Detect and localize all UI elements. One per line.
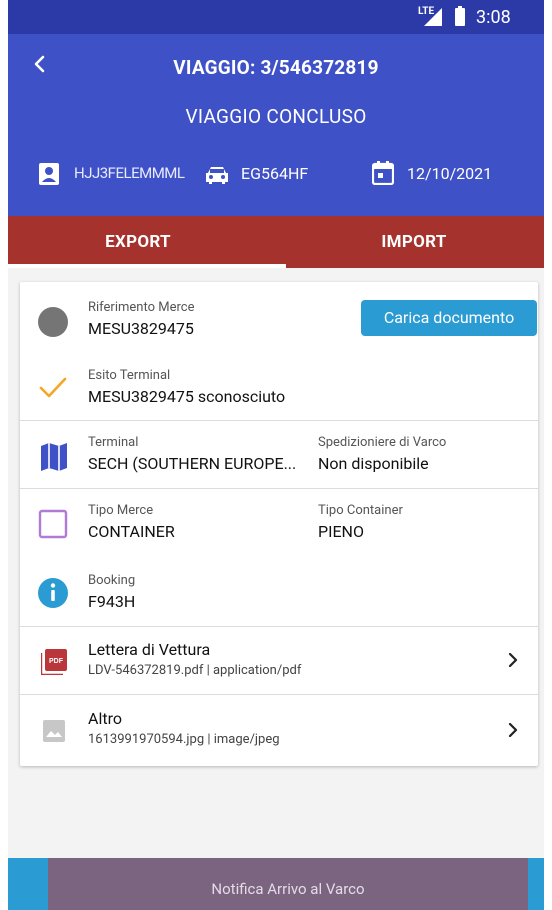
document-subtitle: 1613991970594.jpg | image/jpeg <box>88 732 280 747</box>
battery-icon <box>455 6 465 26</box>
booking-label: Booking <box>88 573 136 588</box>
tab-import[interactable]: IMPORT <box>276 216 552 268</box>
status-dot-icon <box>38 307 68 337</box>
chevron-right-icon <box>508 723 518 737</box>
trip-info-row: HJJ3FELEMMML EG564HF 12/10/2021 <box>0 160 552 190</box>
document-row-lettera[interactable]: PDF Lettera di Vettura LDV-546372819.pdf… <box>20 627 538 693</box>
tab-bar: EXPORT IMPORT <box>0 216 552 268</box>
document-subtitle: LDV-546372819.pdf | application/pdf <box>88 663 302 678</box>
check-icon <box>39 377 67 398</box>
trip-status: VIAGGIO CONCLUSO <box>185 105 367 128</box>
trip-header: VIAGGIO: 3/546372819 VIAGGIO CONCLUSO HJ… <box>0 34 552 216</box>
riferimento-label: Riferimento Merce <box>88 300 195 315</box>
svg-text:PDF: PDF <box>49 658 64 665</box>
spedizioniere-label: Spedizioniere di Varco <box>318 435 447 450</box>
esito-label: Esito Terminal <box>88 368 171 383</box>
page-title: VIAGGIO: 3/546372819 <box>173 56 379 79</box>
status-time: 3:08 <box>476 7 511 28</box>
info-icon <box>38 578 68 608</box>
booking-value: F943H <box>88 592 136 611</box>
square-outline-icon <box>38 509 68 539</box>
upload-document-button[interactable]: Carica documento <box>361 300 537 336</box>
signal-icon <box>424 8 442 26</box>
chevron-right-icon <box>508 653 518 667</box>
driver-id: HJJ3FELEMMML <box>74 164 185 182</box>
terminal-value: SECH (SOUTHERN EUROPE... <box>88 454 297 473</box>
document-row-altro[interactable]: Altro 1613991970594.jpg | image/jpeg <box>20 695 538 765</box>
esito-value: MESU3829475 sconosciuto <box>88 387 286 406</box>
tipo-container-value: PIENO <box>318 522 364 541</box>
calendar-icon <box>372 161 394 185</box>
tipo-merce-value: CONTAINER <box>88 522 175 541</box>
document-title: Lettera di Vettura <box>88 640 211 659</box>
tipo-merce-label: Tipo Merce <box>88 503 154 518</box>
screen-frame-right <box>544 0 552 910</box>
tipo-container-label: Tipo Container <box>318 503 403 518</box>
pdf-icon: PDF <box>41 649 67 675</box>
license-plate: EG564HF <box>241 164 309 183</box>
car-icon <box>206 167 228 184</box>
document-title: Altro <box>88 709 122 728</box>
riferimento-value: MESU3829475 <box>88 319 194 338</box>
screen-frame-left <box>0 0 8 910</box>
image-icon <box>43 720 65 742</box>
active-tab-indicator <box>0 264 286 268</box>
divider <box>20 420 538 421</box>
spedizioniere-value: Non disponibile <box>318 454 429 473</box>
terminal-label: Terminal <box>88 435 139 450</box>
trip-date: 12/10/2021 <box>407 164 493 183</box>
status-bar: LTE 3:08 <box>0 0 552 34</box>
id-badge-icon <box>39 163 59 185</box>
bottom-action-bar: Notifica Arrivo al Varco <box>0 858 552 910</box>
map-icon <box>41 443 67 471</box>
tab-export[interactable]: EXPORT <box>0 216 276 268</box>
divider <box>20 488 538 489</box>
trip-detail-card: Riferimento Merce MESU3829475 Carica doc… <box>20 282 538 766</box>
notify-arrival-button[interactable]: Notifica Arrivo al Varco <box>48 858 528 910</box>
